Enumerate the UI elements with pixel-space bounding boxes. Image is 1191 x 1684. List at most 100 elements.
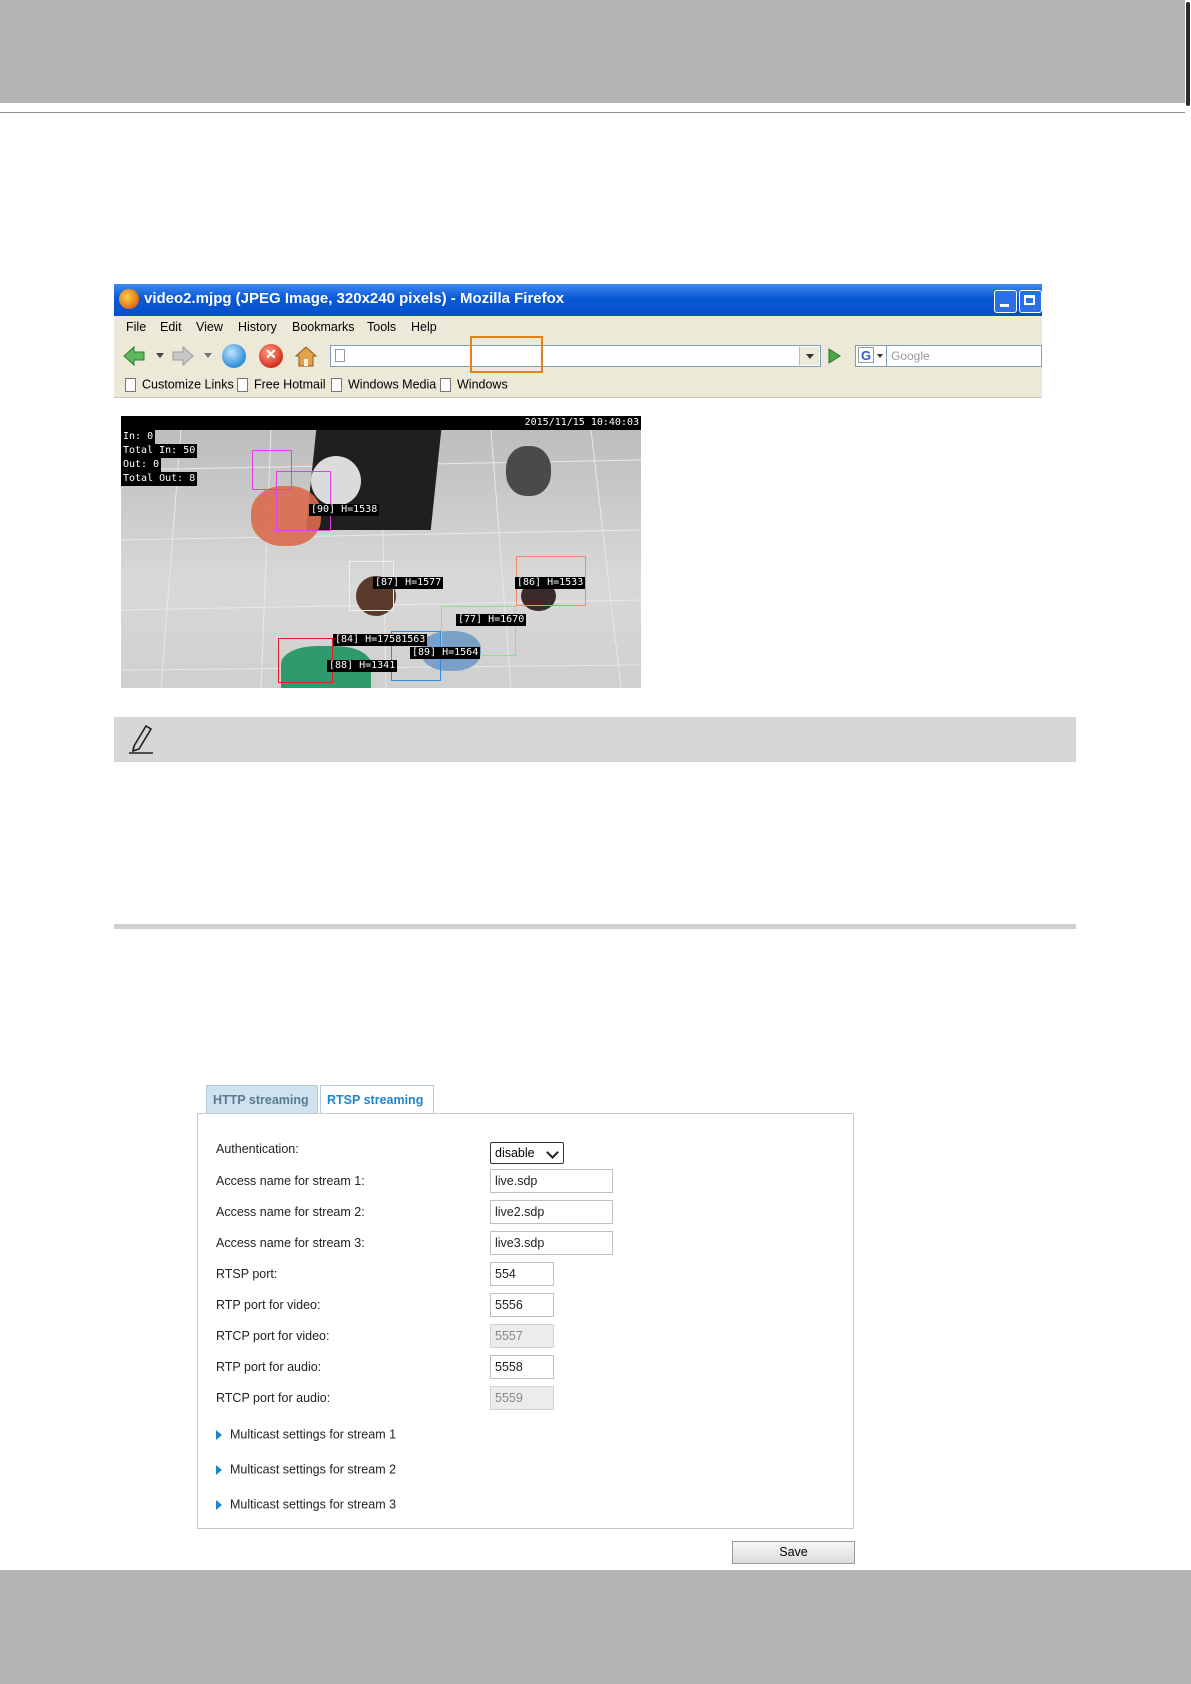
maximize-icon[interactable]	[1019, 290, 1042, 313]
menu-help[interactable]: Help	[411, 320, 437, 334]
track-label: [90] H=1538	[309, 504, 380, 516]
authentication-select[interactable]: disable	[490, 1142, 564, 1164]
people-count-overlay: In: 0 Total In: 50 Out: 0 Total Out: 8	[121, 430, 198, 486]
search-input[interactable]: G Google	[855, 345, 1042, 367]
bookmark-windows-media[interactable]: Windows Media	[331, 377, 436, 395]
expand-triangle-icon	[216, 1499, 222, 1510]
multicast-link-label: Multicast settings for stream 1	[230, 1427, 397, 1442]
bookmark-free-hotmail[interactable]: Free Hotmail	[237, 377, 326, 395]
multicast-link-label: Multicast settings for stream 3	[230, 1497, 397, 1512]
rtp-video-port-input[interactable]: 5556	[490, 1293, 554, 1317]
multicast-stream1-link[interactable]: Multicast settings for stream 1	[216, 1427, 396, 1442]
home-icon[interactable]	[294, 344, 318, 368]
count-total-in: Total In: 50	[121, 444, 198, 458]
camera-video-frame: 2015/11/15 10:40:03 In: 0 Total In: 50 O…	[121, 416, 641, 688]
expand-triangle-icon	[216, 1429, 222, 1440]
section-divider	[114, 924, 1076, 929]
bookmark-customize-links[interactable]: Customize Links	[125, 377, 234, 395]
navigation-toolbar: G Google	[114, 336, 1042, 374]
stream1-access-label: Access name for stream 1:	[216, 1174, 365, 1188]
page-icon	[237, 377, 248, 392]
stream2-access-input[interactable]: live2.sdp	[490, 1200, 613, 1224]
timestamp: 2015/11/15 10:40:03	[524, 417, 639, 428]
rtp-audio-port-input[interactable]: 5558	[490, 1355, 554, 1379]
track-label: [86] H=1533	[515, 577, 586, 589]
menu-history[interactable]: History	[238, 320, 277, 334]
bookmark-windows[interactable]: Windows	[440, 377, 508, 395]
page-footer-band	[0, 1570, 1191, 1684]
menu-bookmarks[interactable]: Bookmarks	[292, 320, 355, 334]
bookmark-label: Windows	[457, 377, 508, 392]
stop-icon[interactable]	[259, 344, 283, 368]
authentication-label: Authentication:	[216, 1142, 299, 1156]
forward-arrow-icon[interactable]	[171, 344, 195, 368]
search-placeholder: Google	[891, 349, 930, 363]
timestamp-bar: 2015/11/15 10:40:03	[121, 416, 641, 430]
firefox-logo-icon	[119, 289, 139, 309]
page-icon	[440, 377, 451, 392]
note-bar	[114, 717, 1076, 762]
rtsp-port-input[interactable]: 554	[490, 1262, 554, 1286]
tracking-box	[276, 471, 331, 531]
scrollbar-thumb[interactable]	[1186, 2, 1190, 106]
track-label: [87] H=1577	[373, 577, 444, 589]
bookmark-label: Customize Links	[142, 377, 234, 392]
stream2-access-label: Access name for stream 2:	[216, 1205, 365, 1219]
count-in: In: 0	[121, 430, 156, 444]
rtcp-video-port-input: 5557	[490, 1324, 554, 1348]
google-engine-icon[interactable]: G	[858, 347, 874, 363]
bookmark-label: Free Hotmail	[254, 377, 326, 392]
stream3-access-input[interactable]: live3.sdp	[490, 1231, 613, 1255]
back-history-dropdown-icon[interactable]	[156, 350, 164, 360]
url-bar[interactable]	[330, 345, 821, 367]
track-label: [84] H=17581563	[333, 634, 428, 646]
multicast-link-label: Multicast settings for stream 2	[230, 1462, 397, 1477]
count-total-out: Total Out: 8	[121, 472, 198, 486]
count-out: Out: 0	[121, 458, 162, 472]
rtp-video-port-label: RTP port for video:	[216, 1298, 321, 1312]
pencil-icon	[129, 724, 153, 754]
back-arrow-icon[interactable]	[122, 344, 146, 368]
track-label: [88] H=1341	[327, 660, 398, 672]
stream3-access-label: Access name for stream 3:	[216, 1236, 365, 1250]
multicast-stream3-link[interactable]: Multicast settings for stream 3	[216, 1497, 396, 1512]
rtcp-audio-port-label: RTCP port for audio:	[216, 1391, 331, 1405]
search-engine-dropdown-icon[interactable]	[877, 354, 883, 358]
reload-icon[interactable]	[222, 344, 246, 368]
page-icon	[335, 349, 345, 362]
track-label: [89] H=1564	[410, 647, 481, 659]
header-divider	[0, 112, 1191, 113]
page-icon	[125, 377, 136, 392]
page-scrollbar[interactable]	[1185, 0, 1191, 1684]
authentication-value: disable	[495, 1146, 535, 1160]
person-shape	[506, 446, 551, 496]
expand-triangle-icon	[216, 1464, 222, 1475]
menu-tools[interactable]: Tools	[367, 320, 396, 334]
rtcp-audio-port-input: 5559	[490, 1386, 554, 1410]
menu-file[interactable]: File	[126, 320, 146, 334]
rtsp-port-label: RTSP port:	[216, 1267, 278, 1281]
tab-http-streaming[interactable]: HTTP streaming	[206, 1085, 318, 1114]
tab-rtsp-streaming[interactable]: RTSP streaming	[320, 1085, 434, 1114]
multicast-stream2-link[interactable]: Multicast settings for stream 2	[216, 1462, 396, 1477]
menu-bar: File Edit View History Bookmarks Tools H…	[114, 316, 1042, 338]
forward-history-dropdown-icon[interactable]	[204, 350, 212, 360]
page-header-band	[0, 0, 1191, 103]
menu-view[interactable]: View	[196, 320, 223, 334]
search-divider	[886, 346, 887, 366]
page-icon	[331, 377, 342, 392]
rtcp-video-port-label: RTCP port for video:	[216, 1329, 330, 1343]
stream1-access-input[interactable]: live.sdp	[490, 1169, 613, 1193]
go-arrow-icon[interactable]	[824, 347, 844, 365]
rtsp-settings-panel: Authentication: disable Access name for …	[197, 1113, 854, 1529]
minimize-icon[interactable]	[994, 290, 1017, 313]
tracking-box	[278, 638, 333, 683]
chevron-down-icon	[546, 1146, 559, 1159]
track-label: [77] H=1670	[456, 614, 527, 626]
menu-edit[interactable]: Edit	[160, 320, 182, 334]
url-history-dropdown-icon[interactable]	[799, 347, 819, 365]
window-title-bar: video2.mjpg (JPEG Image, 320x240 pixels)…	[114, 284, 1042, 316]
save-button[interactable]: Save	[732, 1541, 855, 1564]
url-highlight-box	[470, 336, 543, 373]
bookmarks-toolbar: Customize Links Free Hotmail Windows Med…	[114, 374, 1042, 398]
